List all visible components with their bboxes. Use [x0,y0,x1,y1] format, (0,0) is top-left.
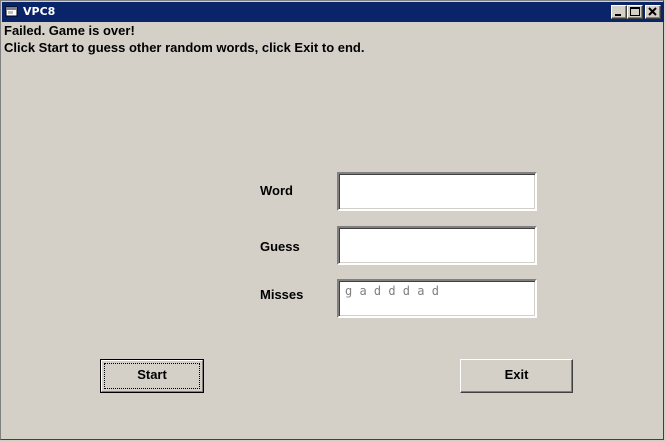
start-button[interactable]: Start [100,359,204,393]
misses-label: Misses [260,287,304,302]
app-icon [5,6,18,17]
guess-input[interactable] [337,226,537,265]
exit-button[interactable]: Exit [460,359,573,393]
guess-label: Guess [260,239,300,254]
misses-field: g a d d d a d [337,279,537,318]
close-icon [648,7,657,16]
app-window: VPC8 Failed. Game is over! Click Start t… [0,0,664,440]
exit-button-label: Exit [504,367,529,382]
minimize-icon [615,14,621,16]
window-title: VPC8 [23,5,56,18]
word-label: Word [260,183,293,198]
start-button-label: Start [137,367,167,382]
instruction-message: Click Start to guess other random words,… [4,40,365,55]
maximize-icon [630,7,640,16]
close-button[interactable] [645,5,661,19]
title-bar[interactable]: VPC8 [2,2,664,22]
maximize-button[interactable] [627,5,643,19]
minimize-button[interactable] [611,5,627,19]
status-message: Failed. Game is over! [4,23,135,38]
word-field[interactable] [337,172,537,211]
